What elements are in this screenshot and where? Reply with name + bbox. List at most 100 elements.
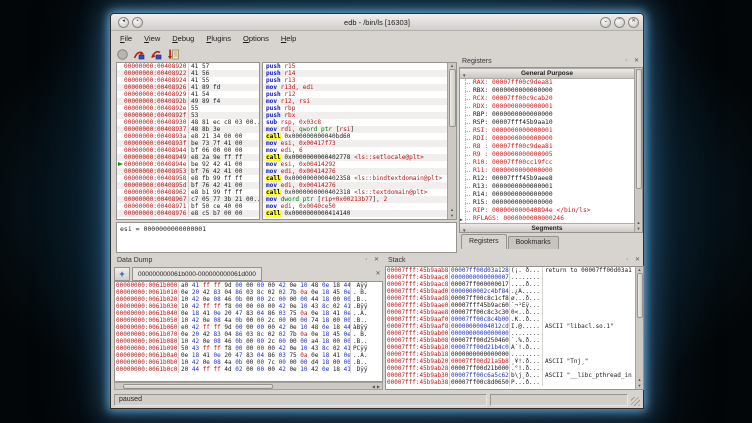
section-segments[interactable]: ▼Segments [460, 223, 634, 233]
menu-plugins[interactable]: Plugins [200, 33, 237, 44]
register-row[interactable]: RSP: 00007fff45b9aa10 [460, 119, 634, 127]
register-row[interactable]: RBX: 0000000000000000 [460, 87, 634, 95]
menu-file[interactable]: File [114, 33, 138, 44]
dump-row[interactable]: 00000000:0061b0a00e 18 41 0e 20 47 83 04… [115, 352, 382, 359]
disasm-row[interactable]: 00000000:00408958e8 fb 99 ff ff [117, 175, 259, 182]
dump-row[interactable]: 00000000:0061b05010 42 0e 08 4a 0b 00 00… [115, 317, 382, 324]
disasm-row[interactable]: 00000000:00408953bf 76 42 41 00 [117, 168, 259, 175]
dump-row[interactable]: 00000000:0061b02010 42 0e 08 46 0b 00 00… [115, 296, 382, 303]
register-row[interactable]: RSI: 0000000000000001 [460, 127, 634, 135]
float-icon[interactable]: ◦ [624, 257, 631, 264]
stack-panel[interactable]: 00007fff:45b9aab800007ff00d03a128(¡. ð..… [385, 266, 644, 390]
dump-horizontal-scrollbar[interactable]: ◀ ▶ [114, 382, 383, 390]
register-row[interactable]: RDI: 0000000000000000 [460, 135, 634, 143]
menu-options[interactable]: Options [237, 33, 275, 44]
register-row[interactable]: RDX: 0000000000000001 [460, 103, 634, 111]
register-row[interactable]: R8 : 00007ff00c9dea81 [460, 143, 634, 151]
registers-panel[interactable]: ▼General Purpose RAX: 00007ff00c9dea81RB… [459, 67, 643, 233]
disasm-instruction[interactable]: push r15 [263, 63, 456, 70]
stack-row[interactable]: 00007fff:45b9aad800007ff00c8c1cf8ø...ð..… [386, 295, 643, 302]
scroll-thumb[interactable] [123, 384, 273, 389]
stack-row[interactable]: 00007fff:45b9ab0800007ff00d250460`.%.ð..… [386, 337, 643, 344]
window-menu-button[interactable]: ◂ [118, 17, 129, 28]
scroll-down-icon[interactable]: ▼ [450, 213, 454, 219]
maximize-button[interactable]: ⌃ [614, 17, 625, 28]
disasm-instruction[interactable]: mov esi, 0x00417f73 [263, 140, 456, 147]
disasm-row[interactable]: 00000000:0040892041 57 [117, 63, 259, 70]
menu-debug[interactable]: Debug [166, 33, 200, 44]
disasm-row[interactable]: 00000000:00408949e8 2a 9e ff ff [117, 154, 259, 161]
disasm-instruction[interactable]: mov edi, 0x00414276 [263, 182, 456, 189]
titlebar[interactable]: ◂ • edb - /bin/ls [16303] ⌄ ⌃ ✕ [111, 14, 643, 31]
disasm-instruction[interactable]: mov edi, 6 [263, 147, 456, 154]
disasm-row[interactable]: 00000000:00408967c7 05 77 3b 21 00.. [117, 196, 259, 203]
stack-row[interactable]: 00007fff:45b9ab3800007ff00c8d0650P...ð..… [386, 379, 643, 386]
dump-row[interactable]: 00000000:0061b0400e 18 41 0e 20 47 83 04… [115, 310, 382, 317]
disasm-row[interactable]: 00000000:0040893048 81 ec c8 03 00.. [117, 119, 259, 126]
stack-row[interactable]: 00007fff:45b9ab1000007ff00d21b4c0À´!.ð..… [386, 344, 643, 351]
disasm-row[interactable]: 00000000:00408962e8 b1 99 ff ff [117, 189, 259, 196]
register-row[interactable]: RAX: 00007ff00c9dea81 [460, 79, 634, 87]
disasm-row[interactable]: 00000000:0040893fbe 73 7f 41 00 [117, 140, 259, 147]
stack-titlebar[interactable]: Stack ◦✕ [385, 254, 644, 266]
stack-row[interactable]: 00007fff:45b9ab180000000000000000.......… [386, 351, 643, 358]
minimize-button[interactable]: ⌄ [600, 17, 611, 28]
close-tab-icon[interactable]: ✕ [373, 267, 383, 281]
registers-dock-titlebar[interactable]: Registers ◦✕ [459, 55, 643, 67]
stack-row[interactable]: 00007fff:45b9ab2800007ff00d21b000.°!.ð..… [386, 365, 643, 372]
menu-help[interactable]: Help [275, 33, 302, 44]
scroll-thumb[interactable] [449, 69, 456, 127]
disasm-row[interactable]: 00000000:0040894ebe 92 42 41 00 [117, 161, 259, 168]
dump-row[interactable]: 00000000:0061b08010 42 0e 08 46 0b 00 00… [115, 338, 382, 345]
dump-row[interactable]: 00000000:0061b060e0 42 ff ff 9d 00 00 00… [115, 324, 382, 331]
float-icon[interactable]: ◦ [363, 257, 370, 264]
hex-dump-panel[interactable]: 00000000:0061b000a0 41 ff ff 9d 00 00 00… [114, 281, 383, 382]
dump-row[interactable]: 00000000:0061b03010 42 ff ff f8 00 00 00… [115, 303, 382, 310]
section-general-purpose[interactable]: ▼General Purpose [460, 68, 634, 79]
register-row[interactable]: RIP: 000000000040894e </bin/ls> [460, 207, 634, 215]
stack-scrollbar[interactable]: ▲ ▲ ▼ [635, 267, 643, 389]
disasm-instruction[interactable]: mov dword ptr [rip+0x00213b77], 2 [263, 196, 456, 203]
register-row[interactable]: R14: 0000000000000000 [460, 191, 634, 199]
disasm-row[interactable]: 00000000:0040892941 54 [117, 91, 259, 98]
disasm-instruction[interactable]: push r13 [263, 77, 456, 84]
scroll-down-icon[interactable]: ▼ [637, 226, 641, 232]
step-over-button[interactable] [167, 48, 180, 61]
disasm-instruction[interactable]: mov edi, 0x0040ce50 [263, 203, 456, 210]
close-icon[interactable]: ✕ [633, 58, 640, 65]
close-icon[interactable]: ✕ [634, 257, 641, 264]
register-row[interactable]: R15: 0000000000000000 [460, 199, 634, 207]
disassembly-address-pane[interactable]: 00000000:0040892041 5700000000:004089224… [116, 62, 260, 220]
dump-row[interactable]: 00000000:0061b000a0 41 ff ff 9d 00 00 00… [115, 282, 382, 289]
disasm-instruction[interactable]: call 0x0000000000402778 <ls::setlocale@p… [263, 154, 456, 161]
scroll-down-icon[interactable]: ▼ [638, 383, 642, 389]
disasm-row[interactable]: 00000000:0040893ae8 21 34 00 00 [117, 133, 259, 140]
tab-registers[interactable]: Registers [461, 234, 507, 249]
disasm-instruction[interactable]: call 0x0000000000402318 <ls::textdomain@… [263, 189, 456, 196]
float-icon[interactable]: ◦ [623, 58, 630, 65]
disasm-instruction[interactable]: call 0x0000000000402358 <ls::bindtextdom… [263, 175, 456, 182]
disassembly-scrollbar[interactable]: ▲ ▲ ▼ [447, 63, 456, 219]
disasm-row[interactable]: 00000000:0040892641 89 fd [117, 84, 259, 91]
stack-row[interactable]: 00007fff:45b9aab800007ff00d03a128(¡. ð..… [386, 267, 643, 274]
dump-row[interactable]: 00000000:0061b0700e 20 42 83 04 86 03 8c… [115, 331, 382, 338]
register-row[interactable]: RCX: 00007ff00c9cab20 [460, 95, 634, 103]
stack-row[interactable]: 00007fff:45b9aae800007ff00c8c3c300<..ð..… [386, 309, 643, 316]
disassembly-instruction-pane[interactable]: push r15push r14push r13mov r13d, edipus… [262, 62, 457, 220]
register-row[interactable]: R12: 00007fff45b9aee8 [460, 175, 634, 183]
disasm-row[interactable]: 00000000:0040892b49 89 f4 [117, 98, 259, 105]
data-dump-titlebar[interactable]: Data Dump ◦✕ [114, 254, 383, 266]
dump-row[interactable]: 00000000:0061b09050 43 ff ff f8 00 00 00… [115, 345, 382, 352]
stack-row[interactable]: 00007fff:45b9aac800007ff000000017....ð..… [386, 281, 643, 288]
disasm-instruction[interactable]: mov r12, rsi [263, 98, 456, 105]
disasm-row[interactable]: 00000000:0040892e55 [117, 105, 259, 112]
disasm-row[interactable]: 00000000:00408976e8 c5 b7 00 00 [117, 210, 259, 217]
stack-row[interactable]: 00007fff:45b9aad00000000002c4bf84.¿Ä....… [386, 288, 643, 295]
disasm-row[interactable]: 00000000:0040895dbf 76 42 41 00 [117, 182, 259, 189]
close-button[interactable]: ✕ [628, 17, 639, 28]
resize-grip[interactable] [631, 397, 640, 406]
add-dump-tab-button[interactable]: + [114, 267, 130, 281]
register-row[interactable]: R9 : 0000000000000005 [460, 151, 634, 159]
dump-row[interactable]: 00000000:0061b0b010 42 0e 08 4a 0b 00 00… [115, 359, 382, 366]
disasm-row[interactable]: 00000000:00408971bf 50 ce 40 00 [117, 203, 259, 210]
